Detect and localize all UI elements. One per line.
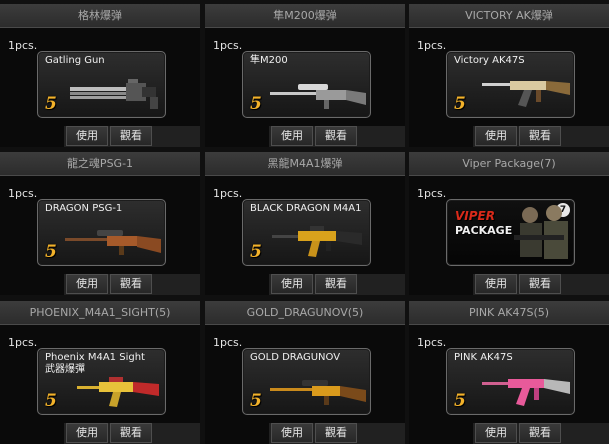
m4a1-icon <box>272 226 362 257</box>
item-card[interactable]: Gatling Gun 5 <box>37 51 166 118</box>
use-button[interactable]: 使用 <box>66 274 108 294</box>
item-quantity: 1pcs. <box>213 39 243 52</box>
item-card[interactable]: Phoenix M4A1 Sight 武器爆彈 5 <box>37 348 166 415</box>
item-header: PHOENIX_M4A1_SIGHT(5) <box>0 301 200 325</box>
item-actions: 使用 觀看 <box>473 423 609 444</box>
view-button[interactable]: 觀看 <box>519 126 561 146</box>
item-actions: 使用 觀看 <box>473 274 609 295</box>
item-cell: GOLD_DRAGUNOV(5) 1pcs. GOLD DRAGUNOV 5 使… <box>205 301 405 444</box>
item-header: 龍之魂PSG-1 <box>0 152 200 176</box>
item-name: Victory AK47S <box>454 55 525 66</box>
view-button[interactable]: 觀看 <box>110 423 152 443</box>
use-button[interactable]: 使用 <box>66 126 108 146</box>
soldiers-icon <box>514 205 568 259</box>
item-name: Gatling Gun <box>45 55 105 66</box>
item-card[interactable]: PINK AK47S 5 <box>446 348 575 415</box>
item-header: Viper Package(7) <box>409 152 609 176</box>
item-header: 格林爆弹 <box>0 4 200 28</box>
item-quantity: 1pcs. <box>213 187 243 200</box>
item-cell: PINK AK47S(5) 1pcs. PINK AK47S 5 使用 觀看 <box>409 301 609 444</box>
item-card[interactable]: 隼M200 5 <box>242 51 371 118</box>
ak47-icon <box>482 81 570 107</box>
item-header: GOLD_DRAGUNOV(5) <box>205 301 405 325</box>
use-button[interactable]: 使用 <box>475 126 517 146</box>
item-quantity: 1pcs. <box>213 336 243 349</box>
use-button[interactable]: 使用 <box>271 274 313 294</box>
use-button[interactable]: 使用 <box>475 423 517 443</box>
gatling-gun-icon <box>70 79 158 109</box>
use-button[interactable]: 使用 <box>475 274 517 294</box>
view-button[interactable]: 觀看 <box>315 126 357 146</box>
item-cell: 格林爆弹 1pcs. Gatling Gun 5 使用 觀看 <box>0 4 200 147</box>
item-header: 隼M200爆弹 <box>205 4 405 28</box>
item-card[interactable]: Victory AK47S 5 <box>446 51 575 118</box>
item-card[interactable]: GOLD DRAGUNOV 5 <box>242 348 371 415</box>
item-quantity: 1pcs. <box>417 39 447 52</box>
use-button[interactable]: 使用 <box>271 423 313 443</box>
item-cell: 黑龍M4A1爆弹 1pcs. BLACK DRAGON M4A1 5 使用 觀看 <box>205 152 405 295</box>
item-actions: 使用 觀看 <box>269 423 405 444</box>
item-cell: Viper Package(7) 1pcs. VIPER PACKAGE 7 使… <box>409 152 609 295</box>
sniper-rifle-icon <box>270 380 366 405</box>
item-cell: VICTORY AK爆弹 1pcs. Victory AK47S 5 使用 觀看 <box>409 4 609 147</box>
view-button[interactable]: 觀看 <box>519 274 561 294</box>
ak47-icon <box>482 379 570 406</box>
item-name: BLACK DRAGON M4A1 <box>250 203 362 214</box>
item-name: DRAGON PSG-1 <box>45 203 123 214</box>
grade-label: 5 <box>45 391 57 411</box>
use-button[interactable]: 使用 <box>271 126 313 146</box>
grade-label: 5 <box>454 94 466 114</box>
grade-label: 5 <box>45 242 57 262</box>
view-button[interactable]: 觀看 <box>519 423 561 443</box>
view-button[interactable]: 觀看 <box>110 274 152 294</box>
item-actions: 使用 觀看 <box>269 126 405 147</box>
item-header: 黑龍M4A1爆弹 <box>205 152 405 176</box>
sniper-rifle-icon <box>65 230 161 255</box>
item-actions: 使用 觀看 <box>64 423 200 444</box>
item-name: 隼M200 <box>250 55 288 66</box>
grade-label: 5 <box>45 94 57 114</box>
item-name: Phoenix M4A1 Sight <box>45 352 145 363</box>
m4a1-icon <box>77 377 159 407</box>
grade-label: 5 <box>250 242 262 262</box>
use-button[interactable]: 使用 <box>66 423 108 443</box>
item-cell: 龍之魂PSG-1 1pcs. DRAGON PSG-1 5 使用 觀看 <box>0 152 200 295</box>
item-card[interactable]: DRAGON PSG-1 5 <box>37 199 166 266</box>
view-button[interactable]: 觀看 <box>315 423 357 443</box>
item-name: PINK AK47S <box>454 352 513 363</box>
item-quantity: 1pcs. <box>8 39 38 52</box>
item-cell: PHOENIX_M4A1_SIGHT(5) 1pcs. Phoenix M4A1… <box>0 301 200 444</box>
item-header: PINK AK47S(5) <box>409 301 609 325</box>
grade-label: 5 <box>250 391 262 411</box>
item-quantity: 1pcs. <box>8 336 38 349</box>
item-card[interactable]: VIPER PACKAGE 7 <box>446 199 575 266</box>
package-subtitle: PACKAGE <box>455 224 513 237</box>
item-quantity: 1pcs. <box>8 187 38 200</box>
view-button[interactable]: 觀看 <box>315 274 357 294</box>
item-card[interactable]: BLACK DRAGON M4A1 5 <box>242 199 371 266</box>
item-name: GOLD DRAGUNOV <box>250 352 341 363</box>
item-actions: 使用 觀看 <box>64 274 200 295</box>
item-actions: 使用 觀看 <box>64 126 200 147</box>
item-quantity: 1pcs. <box>417 336 447 349</box>
view-button[interactable]: 觀看 <box>110 126 152 146</box>
item-actions: 使用 觀看 <box>473 126 609 147</box>
item-actions: 使用 觀看 <box>269 274 405 295</box>
grade-label: 5 <box>250 94 262 114</box>
sniper-rifle-icon <box>270 84 366 109</box>
item-header: VICTORY AK爆弹 <box>409 4 609 28</box>
package-title: VIPER <box>455 209 495 223</box>
item-cell: 隼M200爆弹 1pcs. 隼M200 5 使用 觀看 <box>205 4 405 147</box>
grade-label: 5 <box>454 391 466 411</box>
item-quantity: 1pcs. <box>417 187 447 200</box>
